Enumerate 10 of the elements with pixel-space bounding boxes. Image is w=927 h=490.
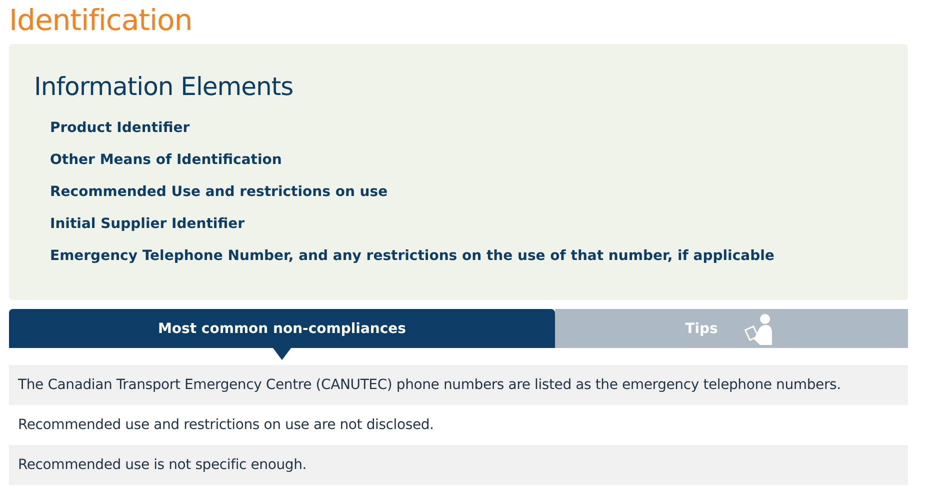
- element-item: Emergency Telephone Number, and any restrictions on the use of that number, if applicable: [50, 248, 774, 264]
- panel-heading: Information Elements: [34, 71, 294, 103]
- non-compliance-text: Recommended use is not specific enough.: [18, 457, 306, 473]
- non-compliance-text: Recommended use and restrictions on use are not disclosed.: [18, 417, 434, 433]
- page-title: Identification: [9, 2, 194, 39]
- element-item: Recommended Use and restrictions on use: [50, 184, 388, 200]
- element-item: Product Identifier: [50, 120, 190, 136]
- element-item: Initial Supplier Identifier: [50, 216, 245, 232]
- non-compliance-text: The Canadian Transport Emergency Centre (CANUTEC) phone numbers are listed as the emergency telephone numbers.: [18, 377, 841, 393]
- element-item: Other Means of Identification: [50, 152, 282, 168]
